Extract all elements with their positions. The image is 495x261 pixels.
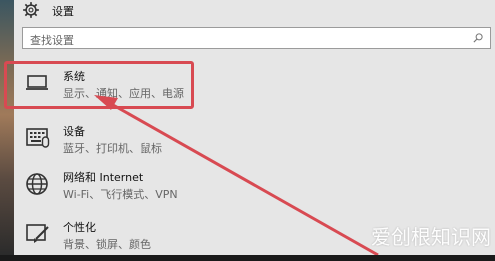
annotation-highlight-box	[4, 61, 194, 109]
settings-item-network[interactable]: 网络和 Internet Wi-Fi、飞行模式、VPN	[14, 161, 495, 211]
desktop-background	[0, 0, 14, 255]
settings-item-devices[interactable]: 设备 蓝牙、打印机、鼠标	[14, 115, 495, 165]
globe-icon	[26, 173, 48, 195]
search-input[interactable]: 查找设置	[22, 27, 491, 49]
paint-icon	[26, 224, 49, 243]
settings-header: 设置	[14, 0, 495, 20]
settings-item-title: 设备	[63, 125, 85, 138]
settings-item-subtitle: 背景、锁屏、颜色	[63, 238, 151, 251]
settings-item-title: 网络和 Internet	[63, 171, 144, 184]
settings-item-subtitle: 蓝牙、打印机、鼠标	[63, 142, 162, 155]
settings-item-title: 个性化	[63, 221, 96, 234]
search-icon[interactable]	[472, 32, 484, 44]
page-title: 设置	[52, 5, 74, 18]
settings-item-subtitle: Wi-Fi、飞行模式、VPN	[63, 188, 178, 201]
watermark: 爱创根知识网	[371, 225, 491, 249]
gear-icon	[23, 2, 39, 18]
settings-panel: 设置 查找设置 系统 显示、通知、应用、电源 设备 蓝牙、打印机、鼠标 网络和 …	[14, 0, 495, 255]
search-placeholder: 查找设置	[30, 34, 74, 47]
devices-icon	[26, 128, 50, 148]
